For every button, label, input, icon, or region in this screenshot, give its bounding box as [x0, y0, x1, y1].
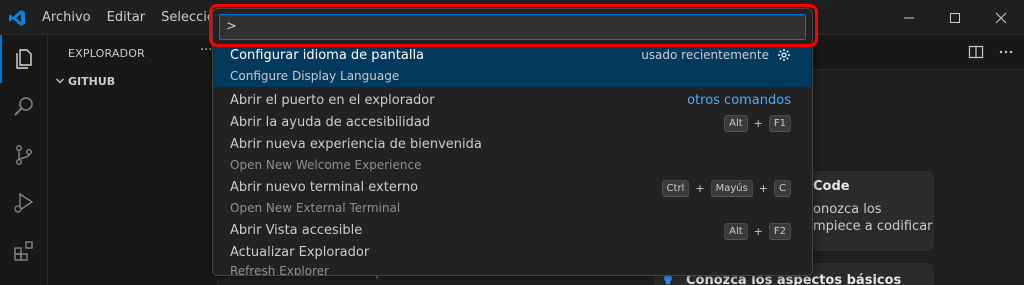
explorer-icon	[16, 49, 32, 69]
editor-actions	[968, 44, 1014, 60]
key-cap: Alt	[724, 223, 748, 240]
close-icon	[995, 12, 1007, 23]
maximize-button[interactable]	[932, 0, 978, 35]
key-separator: +	[753, 225, 763, 238]
command-detail: Open New Welcome Experience	[230, 158, 422, 172]
close-button[interactable]	[978, 0, 1024, 35]
menu-editar[interactable]: Editar	[99, 0, 154, 35]
split-editor-icon[interactable]	[968, 44, 984, 60]
list-item[interactable]: Abrir nueva experiencia de bienvenida Op…	[214, 133, 811, 176]
keybinding: Ctrl + Mayús + C	[661, 180, 791, 197]
activity-explorer[interactable]	[0, 35, 48, 83]
sidebar-title: EXPLORADOR	[68, 47, 146, 60]
minimize-button[interactable]	[886, 0, 932, 35]
extensions-icon	[14, 241, 33, 261]
sidebar-section-label: GITHUB	[68, 74, 116, 88]
recently-used-badge: usado recientemente	[641, 48, 791, 62]
command-label: Abrir nuevo terminal externo	[230, 180, 419, 195]
more-actions-icon[interactable]: ···	[200, 43, 212, 58]
activity-run-debug[interactable]	[0, 179, 48, 227]
other-commands-link[interactable]: otros comandos	[687, 93, 791, 108]
run-debug-icon	[14, 192, 34, 213]
search-icon	[14, 97, 33, 116]
key-separator: +	[695, 182, 705, 195]
command-label: Actualizar Explorador	[230, 245, 370, 260]
command-detail: Refresh Explorer	[230, 264, 330, 276]
command-palette: > Configurar idioma de pantalla Configur…	[212, 8, 813, 276]
explorer-sidebar: EXPLORADOR ··· GITHUB	[48, 35, 218, 285]
minimize-icon	[904, 17, 914, 18]
keybinding: Alt + F1	[724, 115, 791, 132]
welcome-card-text: onozca los	[813, 202, 882, 217]
command-list: Configurar idioma de pantalla Configure …	[214, 44, 811, 276]
menu-bar: Archivo Editar Selección	[34, 0, 231, 35]
key-cap: Ctrl	[661, 180, 690, 197]
sidebar-section-github[interactable]: GITHUB	[52, 73, 115, 89]
menu-archivo[interactable]: Archivo	[34, 0, 99, 35]
highlight-box	[209, 4, 818, 47]
activity-source-control[interactable]	[0, 131, 48, 179]
active-indicator	[0, 35, 2, 83]
key-cap: Alt	[724, 115, 748, 132]
welcome-card-text: mpiece a codificar	[813, 219, 933, 234]
list-item[interactable]: Configurar idioma de pantalla Configure …	[214, 44, 811, 87]
window-controls	[886, 0, 1024, 35]
welcome-card-title: Code	[813, 179, 850, 194]
key-cap: C	[774, 180, 791, 197]
command-label: Abrir nueva experiencia de bienvenida	[230, 137, 482, 152]
vscode-logo-icon	[9, 10, 25, 26]
command-detail: Configure Display Language	[230, 69, 400, 83]
recently-used-label: usado recientemente	[641, 48, 769, 62]
key-cap: F2	[768, 223, 791, 240]
list-item[interactable]: Abrir Vista accesible Alt + F2	[214, 219, 811, 241]
key-cap: F1	[768, 115, 791, 132]
key-cap: Mayús	[710, 180, 753, 197]
source-control-icon	[15, 145, 32, 166]
gear-icon[interactable]	[777, 48, 791, 62]
list-item[interactable]: Abrir nuevo terminal externo Open New Ex…	[214, 176, 811, 219]
key-separator: +	[753, 117, 763, 130]
more-actions-icon[interactable]	[998, 44, 1014, 60]
activity-extensions[interactable]	[0, 227, 48, 275]
key-separator: +	[758, 182, 769, 195]
command-detail: Open New External Terminal	[230, 201, 401, 215]
command-label: Configurar idioma de pantalla	[230, 48, 425, 63]
command-label: Abrir Vista accesible	[230, 223, 363, 238]
keybinding: Alt + F2	[724, 223, 791, 240]
maximize-icon	[950, 12, 960, 23]
list-item[interactable]: Actualizar Explorador Refresh Explorer	[214, 241, 811, 276]
list-item[interactable]: Abrir el puerto en el explorador otros c…	[214, 89, 811, 111]
activity-search[interactable]	[0, 83, 48, 131]
chevron-down-icon	[52, 73, 68, 89]
command-label: Abrir el puerto en el explorador	[230, 93, 435, 108]
list-item[interactable]: Abrir la ayuda de accesibilidad Alt + F1	[214, 111, 811, 133]
activity-bar	[0, 35, 48, 285]
command-label: Abrir la ayuda de accesibilidad	[230, 115, 431, 130]
